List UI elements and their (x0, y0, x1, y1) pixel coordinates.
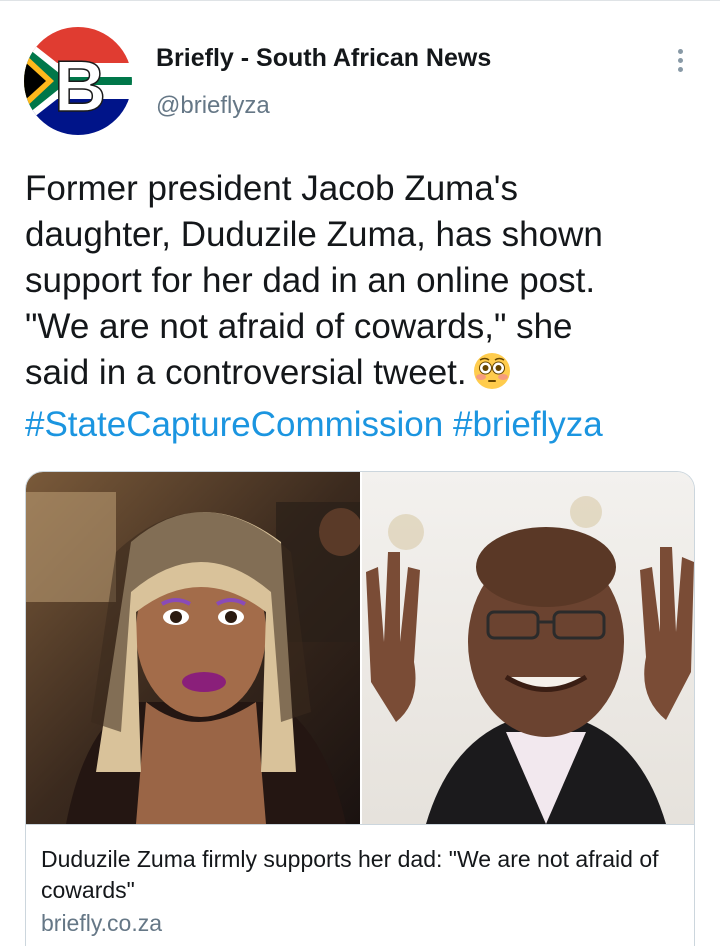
hashtag-link[interactable]: #StateCaptureCommission (25, 405, 443, 444)
tweet-line: daughter, Duduzile Zuma, has shown (25, 215, 603, 254)
display-name[interactable]: Briefly - South African News (156, 44, 491, 73)
flushed-face-emoji-icon (473, 352, 511, 402)
tweet-text: Former president Jacob Zuma's daughter, … (25, 166, 695, 448)
top-divider (0, 0, 720, 1)
card-domain: briefly.co.za (41, 910, 163, 936)
user-handle[interactable]: @brieflyza (156, 92, 270, 120)
card-title[interactable]: Duduzile Zuma firmly supports her dad: "… (41, 844, 686, 906)
card-divider (26, 824, 694, 825)
tweet-line: Former president Jacob Zuma's (25, 169, 518, 208)
tweet-line: "We are not afraid of cowards," she (25, 307, 573, 346)
card-image (26, 472, 694, 824)
tweet-line: said in a controversial tweet. (25, 353, 467, 392)
hashtag-link[interactable]: #brieflyza (453, 405, 603, 444)
more-options-icon[interactable] (664, 40, 696, 80)
tweet-line: support for her dad in an online post. (25, 261, 596, 300)
avatar[interactable]: B (24, 27, 132, 135)
link-preview-card[interactable]: Duduzile Zuma firmly supports her dad: "… (25, 471, 695, 946)
avatar-logo-letter: B (54, 47, 106, 127)
